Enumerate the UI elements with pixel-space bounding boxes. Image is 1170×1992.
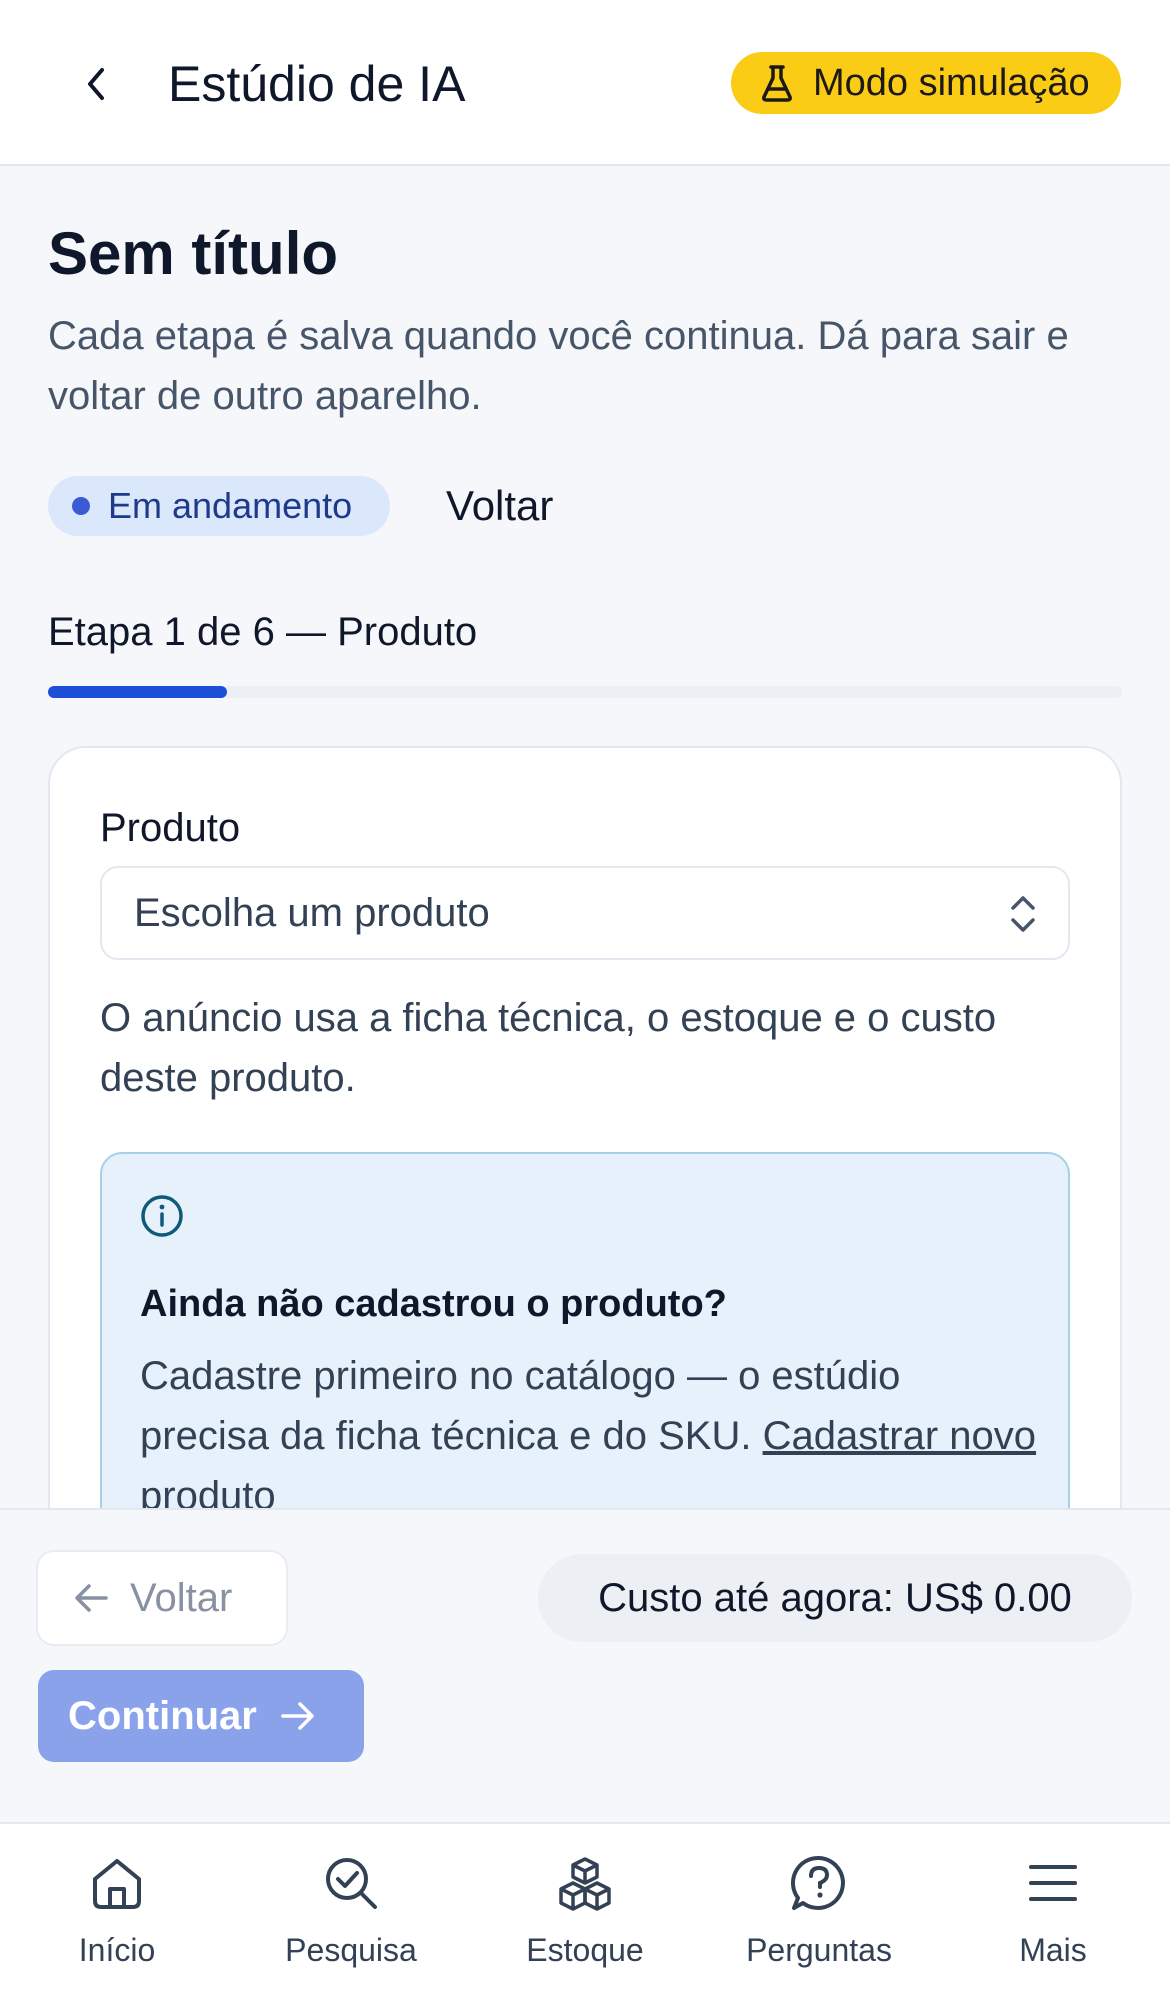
nav-item-mais[interactable]: Mais: [936, 1824, 1170, 1992]
status-label: Em andamento: [108, 485, 353, 526]
chevron-left-icon: [88, 68, 104, 100]
nav-label-mais: Mais: [1019, 1932, 1087, 1968]
back-button[interactable]: [70, 54, 122, 114]
bottom-nav: Início Pesquisa Estoque Perguntas Mais: [0, 1822, 1170, 1992]
back-link[interactable]: Voltar: [446, 478, 553, 534]
product-field-label: Produto: [100, 806, 241, 850]
app-title: Estúdio de IA: [168, 56, 466, 112]
status-badge: Em andamento: [48, 476, 390, 536]
info-icon: [141, 1195, 183, 1237]
search-check-icon: [326, 1858, 377, 1909]
menu-icon: [1029, 1865, 1077, 1901]
product-select[interactable]: Escolha um produto: [100, 866, 1070, 960]
product-field-help: O anúncio usa a ficha técnica, o estoque…: [100, 996, 997, 1100]
nav-item-perguntas[interactable]: Perguntas: [702, 1824, 936, 1992]
step-progress-bar: [48, 686, 1122, 698]
previous-step-button[interactable]: Voltar: [36, 1550, 288, 1646]
chevron-up-down-icon: [1011, 896, 1035, 932]
product-step-card: Produto Escolha um produto O anúncio usa…: [48, 746, 1122, 1566]
previous-step-label: Voltar: [130, 1575, 233, 1620]
status-dot: [72, 497, 90, 515]
step-progress-fill: [48, 686, 227, 698]
nav-item-estoque[interactable]: Estoque: [468, 1824, 702, 1992]
step-action-bar: Voltar Custo até agora: US$ 0.00 Continu…: [0, 1508, 1170, 1822]
simulation-mode-label: Modo simulação: [813, 61, 1090, 104]
cost-badge: Custo até agora: US$ 0.00: [538, 1554, 1132, 1642]
arrow-right-icon: [281, 1702, 314, 1730]
nav-item-pesquisa[interactable]: Pesquisa: [234, 1824, 468, 1992]
continue-button[interactable]: Continuar: [38, 1670, 364, 1762]
info-callout-title: Ainda não cadastrou o produto?: [140, 1283, 727, 1325]
boxes-icon: [559, 1857, 611, 1911]
home-icon: [93, 1859, 141, 1909]
nav-label-pesquisa: Pesquisa: [285, 1932, 417, 1968]
step-label: Etapa 1 de 6 — Produto: [48, 610, 478, 654]
nav-label-estoque: Estoque: [526, 1932, 644, 1968]
continue-label: Continuar: [68, 1693, 257, 1738]
arrow-left-icon: [75, 1584, 108, 1612]
nav-label-perguntas: Perguntas: [746, 1932, 892, 1968]
app-header: Estúdio de IA Modo simulação: [0, 0, 1170, 166]
product-select-placeholder: Escolha um produto: [134, 890, 490, 935]
page-title: Sem título: [48, 220, 339, 287]
info-callout-body: Cadastre primeiro no catálogo — o estúdi…: [140, 1346, 1040, 1526]
info-callout: Ainda não cadastrou o produto? Cadastre …: [100, 1152, 1070, 1564]
flask-icon: [762, 65, 792, 102]
simulation-mode-badge[interactable]: Modo simulação: [731, 52, 1121, 114]
nav-label-inicio: Início: [78, 1932, 156, 1968]
nav-item-inicio[interactable]: Início: [0, 1824, 234, 1992]
question-bubble-icon: [790, 1855, 845, 1910]
page-subtitle: Cada etapa é salva quando você continua.…: [48, 314, 1069, 418]
